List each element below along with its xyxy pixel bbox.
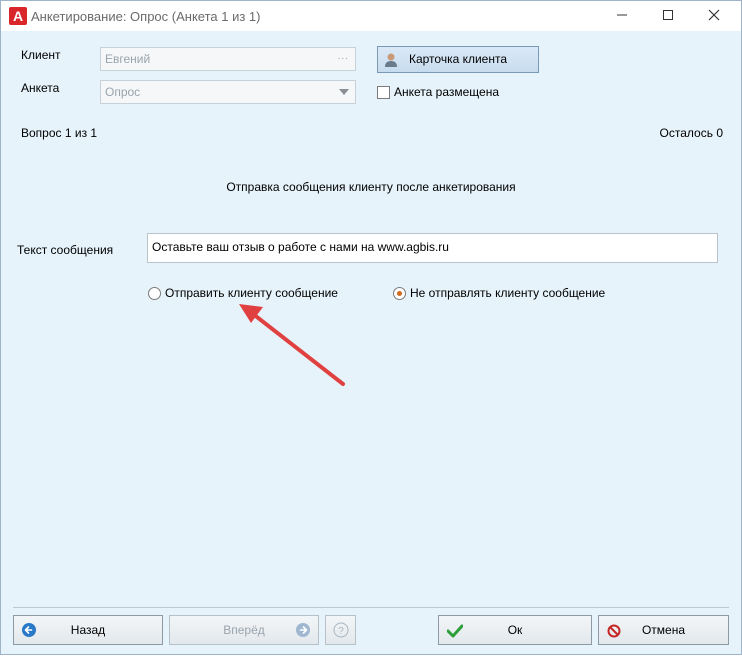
maximize-button[interactable]	[645, 1, 691, 31]
section-title: Отправка сообщения клиенту после анкетир…	[226, 180, 516, 194]
ok-label: Ок	[507, 623, 523, 637]
do-not-send-message-label[interactable]: Не отправлять клиенту сообщение	[410, 286, 605, 300]
footer-separator	[13, 607, 729, 608]
question-counter: Вопрос 1 из 1	[21, 126, 98, 140]
arrow-right-icon	[296, 623, 310, 637]
client-field[interactable]: Евгений ...	[100, 47, 356, 71]
survey-select[interactable]: Опрос	[100, 80, 356, 104]
arrow-left-icon	[22, 623, 36, 637]
back-button[interactable]: Назад	[13, 615, 163, 645]
cancel-icon	[607, 624, 621, 638]
survey-value: Опрос	[105, 85, 141, 99]
send-message-radio[interactable]	[148, 287, 161, 300]
close-button[interactable]	[691, 1, 737, 31]
client-label: Клиент	[21, 48, 61, 62]
client-browse-dots[interactable]: ...	[338, 51, 349, 62]
remaining-counter: Осталось 0	[659, 126, 723, 140]
app-logo-icon: A	[9, 7, 27, 25]
help-button[interactable]: ?	[325, 615, 356, 645]
minimize-icon	[617, 14, 627, 16]
message-input[interactable]: Оставьте ваш отзыв о работе с нами на ww…	[147, 233, 718, 263]
person-icon	[385, 53, 397, 67]
maximize-icon	[663, 10, 673, 20]
cancel-button[interactable]: Отмена	[598, 615, 729, 645]
close-icon	[708, 9, 720, 21]
send-message-label[interactable]: Отправить клиенту сообщение	[165, 286, 338, 300]
window-title: Анкетирование: Опрос (Анкета 1 из 1)	[31, 9, 261, 24]
message-label: Текст сообщения	[17, 243, 114, 257]
help-label: ?	[338, 626, 344, 637]
title-bar[interactable]: A Анкетирование: Опрос (Анкета 1 из 1)	[1, 1, 741, 31]
minimize-button[interactable]	[599, 1, 645, 31]
cancel-label: Отмена	[641, 623, 686, 637]
forward-button[interactable]: Вперёд	[169, 615, 319, 645]
client-value: Евгений	[105, 52, 151, 66]
forward-label: Вперёд	[223, 623, 265, 637]
checkmark-icon	[447, 624, 463, 638]
chevron-down-icon	[339, 89, 349, 95]
survey-dialog-window: A Анкетирование: Опрос (Анкета 1 из 1) К…	[0, 0, 742, 655]
do-not-send-message-radio[interactable]	[393, 287, 406, 300]
help-icon: ?	[333, 622, 349, 638]
client-card-button[interactable]: Карточка клиента	[377, 46, 539, 73]
posted-label: Анкета размещена	[394, 85, 500, 99]
back-label: Назад	[70, 623, 106, 637]
ok-button[interactable]: Ок	[438, 615, 592, 645]
posted-checkbox[interactable]	[377, 86, 390, 99]
client-card-label: Карточка клиента	[408, 52, 508, 66]
survey-label: Анкета	[21, 81, 60, 95]
